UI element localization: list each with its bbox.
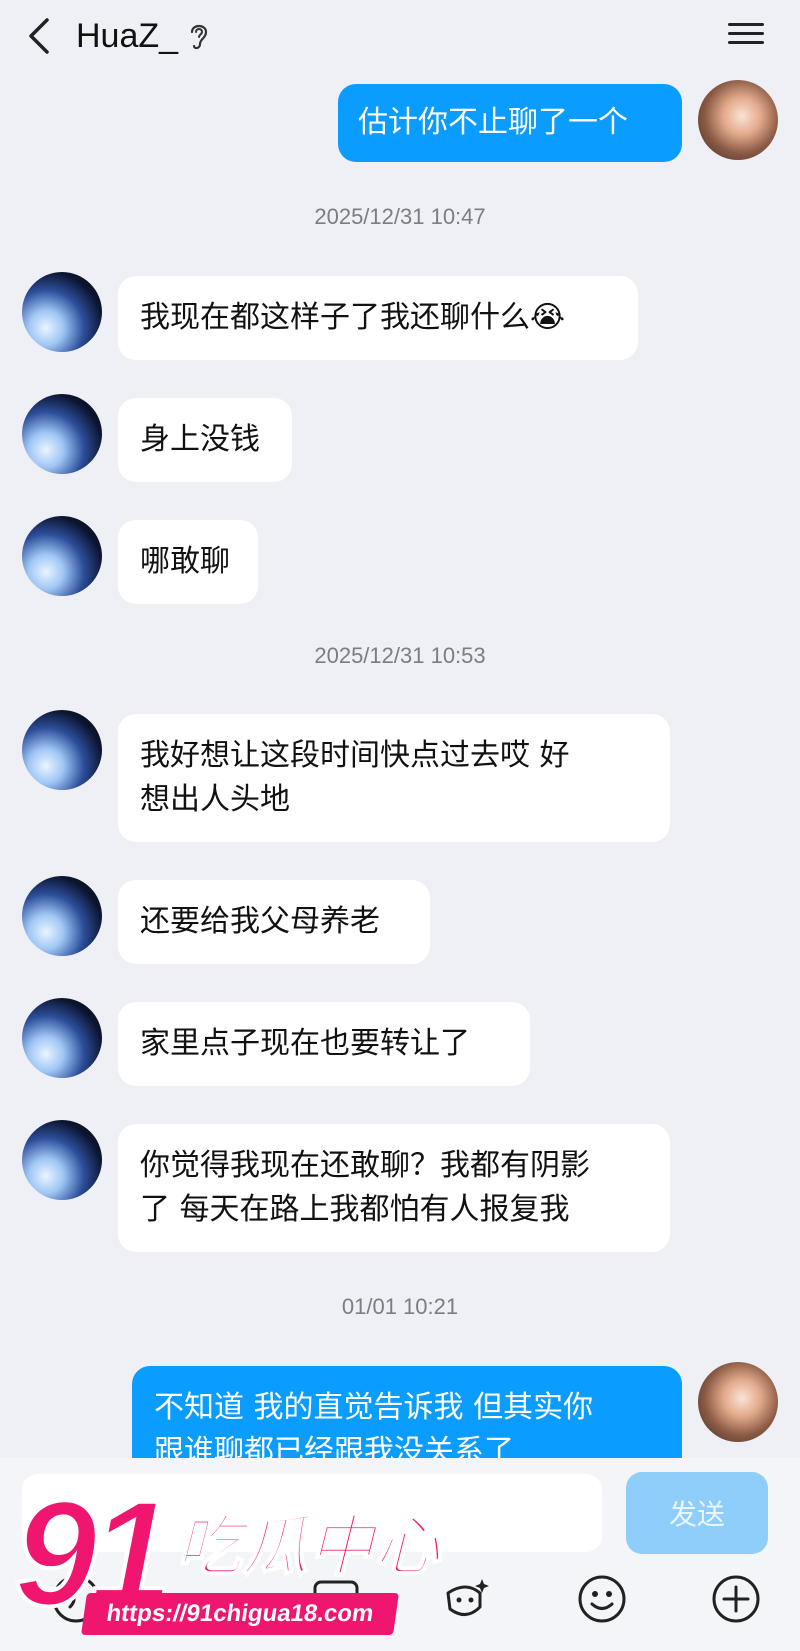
- avatar-contact[interactable]: [22, 710, 102, 790]
- message-text-line: 不知道 我的直觉告诉我 但其实你: [154, 1390, 594, 1425]
- chat-title[interactable]: HuaZ_: [76, 14, 178, 58]
- message-bubble-incoming[interactable]: 哪敢聊: [118, 520, 258, 604]
- ear-icon[interactable]: [186, 20, 212, 52]
- message-bubble-incoming[interactable]: 我现在都这样子了我还聊什么😭: [118, 276, 638, 360]
- menu-button[interactable]: [726, 17, 766, 55]
- avatar-contact[interactable]: [22, 516, 102, 596]
- message-text: 估计你不止聊了一个: [358, 105, 628, 140]
- chat-header: HuaZ_: [0, 0, 800, 75]
- plus-icon[interactable]: [710, 1573, 762, 1625]
- message-bubble-incoming[interactable]: 还要给我父母养老: [118, 880, 430, 964]
- avatar-contact[interactable]: [22, 272, 102, 352]
- message-bubble-incoming[interactable]: 家里点子现在也要转让了: [118, 1002, 530, 1086]
- message-timestamp: 2025/12/31 10:47: [314, 204, 486, 229]
- menu-icon-bar: [728, 32, 764, 35]
- avatar-contact[interactable]: [22, 998, 102, 1078]
- avatar-contact[interactable]: [22, 394, 102, 474]
- menu-icon-bar: [728, 41, 764, 44]
- message-bubble-incoming[interactable]: 身上没钱: [118, 398, 292, 482]
- send-button[interactable]: 发送: [626, 1472, 768, 1554]
- message-bubble-outgoing[interactable]: 估计你不止聊了一个: [338, 84, 682, 162]
- avatar-contact[interactable]: [22, 876, 102, 956]
- avatar-self[interactable]: [698, 80, 778, 160]
- message-timestamp: 01/01 10:21: [341, 1294, 459, 1319]
- chevron-left-icon: [29, 18, 49, 54]
- sparkle-face-icon[interactable]: [440, 1573, 492, 1625]
- message-text: 家里点子现在也要转让了: [140, 1026, 470, 1061]
- message-text: 我现在都这样子了我还聊什么😭: [140, 300, 566, 335]
- emoji-icon[interactable]: [576, 1573, 628, 1625]
- watermark-text: 吃瓜中心: [175, 1508, 441, 1585]
- message-text-line: 了 每天在路上我都怕有人报复我: [140, 1192, 570, 1227]
- message-text-line: 想出人头地: [140, 782, 290, 817]
- avatar-contact[interactable]: [22, 1120, 102, 1200]
- message-text-line: 我好想让这段时间快点过去哎 好: [140, 738, 570, 773]
- message-text: 身上没钱: [140, 422, 260, 457]
- watermark-url: https://91chigua18.com: [81, 1593, 399, 1635]
- message-text: 哪敢聊: [140, 544, 230, 579]
- back-button[interactable]: [22, 14, 58, 58]
- message-bubble-incoming[interactable]: 我好想让这段时间快点过去哎 好 想出人头地: [118, 714, 670, 842]
- message-text-line: 你觉得我现在还敢聊？我都有阴影: [140, 1148, 590, 1183]
- message-timestamp: 2025/12/31 10:53: [314, 643, 486, 668]
- menu-icon-bar: [728, 23, 764, 26]
- message-text: 还要给我父母养老: [140, 904, 380, 939]
- message-bubble-incoming[interactable]: 你觉得我现在还敢聊？我都有阴影 了 每天在路上我都怕有人报复我: [118, 1124, 670, 1252]
- avatar-self[interactable]: [698, 1362, 778, 1442]
